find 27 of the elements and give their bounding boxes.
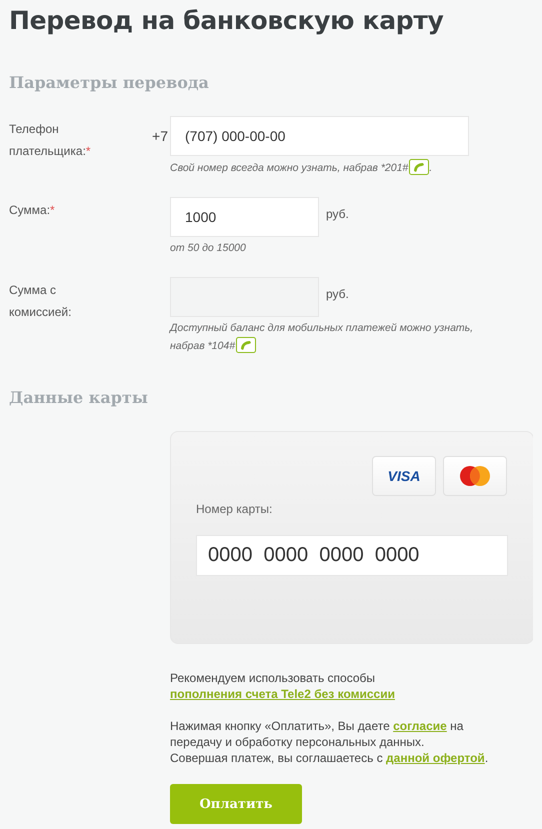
field-label: Сумма:*	[9, 202, 56, 219]
phone-field[interactable]: (707) 000-00-00	[170, 116, 469, 156]
currency-unit: руб.	[326, 207, 349, 221]
field-label: Телефон плательщика:*	[9, 121, 92, 160]
mastercard-logo[interactable]	[443, 456, 507, 496]
visa-logo[interactable]: VISA	[372, 456, 436, 496]
consent-link[interactable]: согласие	[393, 719, 447, 733]
topup-link[interactable]: пополнения счета Tele2 без комиссии	[170, 687, 395, 701]
pay-button[interactable]: Оплатить	[170, 784, 302, 824]
hint-text: от 50 до 15000	[170, 242, 246, 254]
page-title: Перевод на банковскую карту	[9, 5, 444, 37]
section-heading: Параметры перевода	[9, 72, 209, 94]
hint-period: .	[429, 162, 432, 174]
field-label: Сумма с комиссией:	[9, 282, 72, 321]
currency-unit: руб.	[326, 287, 349, 301]
offer-link[interactable]: данной офертой	[386, 751, 485, 765]
circles-icon	[458, 465, 492, 487]
card-number-field[interactable]: 0000 0000 0000 0000	[196, 535, 508, 576]
recommendation-text: Рекомендуем использовать способы пополнения счета Tele2 без комиссии	[170, 670, 396, 702]
field-label: Номер карты:	[196, 502, 274, 516]
section-heading: Данные карты	[9, 387, 148, 409]
hint-text: набрав *104#	[170, 340, 236, 352]
consent-text: Нажимая кнопку «Оплатить», Вы даете согласие на передачу и обработку персональных данных. Совершая платеж, вы соглашаетесь с данной офертой.	[170, 718, 490, 766]
hint-text: Свой номер всегда можно узнать, набрав *201#	[170, 162, 408, 174]
hint-text: Доступный баланс для мобильных платежей можно узнать,	[170, 322, 474, 334]
amount-field[interactable]: 1000	[170, 197, 319, 237]
country-code: +7	[152, 128, 168, 144]
